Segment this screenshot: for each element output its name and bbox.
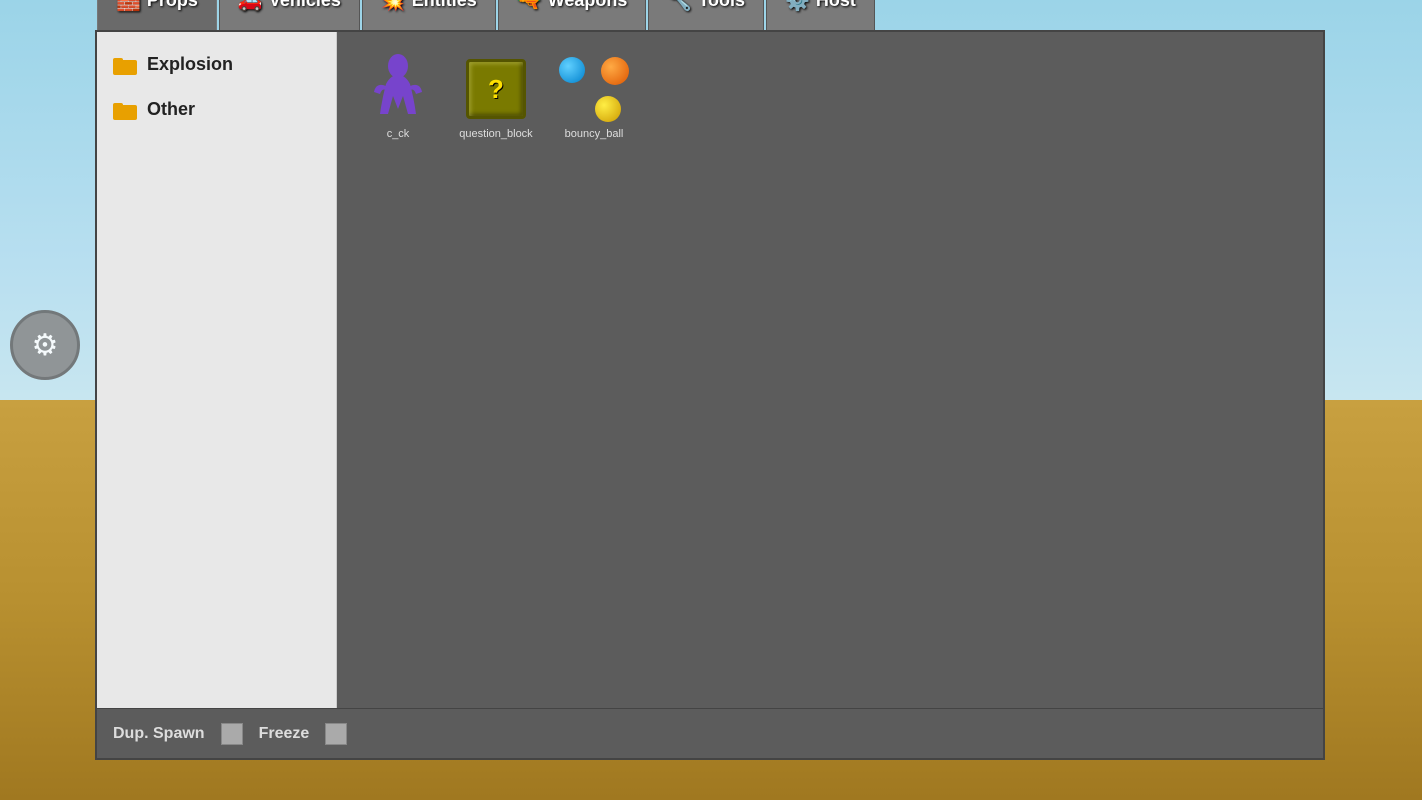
entities-icon: 💥 xyxy=(381,0,406,13)
folder-icon-explosion xyxy=(113,55,137,75)
sidebar-other-label: Other xyxy=(147,99,195,120)
question-block-icon: ? xyxy=(461,54,531,124)
c-ck-icon xyxy=(363,54,433,124)
tab-props[interactable]: 🧱 Props xyxy=(97,0,217,30)
c-ck-label: c_ck xyxy=(387,128,410,140)
tab-vehicles-label: Vehicles xyxy=(269,0,341,11)
tab-bar: 🧱 Props 🚗 Vehicles 💥 Entities 🔫 Weapons … xyxy=(97,0,875,30)
props-icon: 🧱 xyxy=(116,0,141,13)
vehicles-icon: 🚗 xyxy=(238,0,263,13)
ball-blue xyxy=(559,57,585,83)
item-c-ck[interactable]: c_ck xyxy=(353,48,443,146)
tab-host-label: Host xyxy=(816,0,856,11)
tab-weapons-label: Weapons xyxy=(548,0,628,11)
c-ck-svg xyxy=(368,54,428,124)
weapons-icon: 🔫 xyxy=(517,0,542,13)
question-block-label: question_block xyxy=(459,128,532,140)
main-content: c_ck ? question_block xyxy=(337,32,1323,708)
tools-icon: 🔧 xyxy=(667,0,692,13)
wrench-button[interactable]: ⚙ xyxy=(10,310,80,380)
tab-entities-label: Entities xyxy=(412,0,477,11)
host-icon: ⚙️ xyxy=(785,0,810,13)
item-question-block[interactable]: ? question_block xyxy=(451,48,541,146)
tab-tools[interactable]: 🔧 Tools xyxy=(648,0,764,30)
tab-weapons[interactable]: 🔫 Weapons xyxy=(498,0,647,30)
item-bouncy-ball[interactable]: bouncy_ball xyxy=(549,48,639,146)
tab-tools-label: Tools xyxy=(698,0,745,11)
sidebar-item-explosion[interactable]: Explosion xyxy=(97,42,336,87)
sidebar-explosion-label: Explosion xyxy=(147,54,233,75)
bouncy-ball-visual xyxy=(559,57,629,122)
tab-vehicles[interactable]: 🚗 Vehicles xyxy=(219,0,360,30)
sidebar: Explosion Other xyxy=(97,32,337,708)
freeze-label: Freeze xyxy=(259,725,310,743)
tab-host[interactable]: ⚙️ Host xyxy=(766,0,875,30)
question-mark: ? xyxy=(488,74,504,105)
bottom-bar: Dup. Spawn Freeze xyxy=(97,708,1323,758)
main-panel: 🧱 Props 🚗 Vehicles 💥 Entities 🔫 Weapons … xyxy=(95,30,1325,760)
freeze-checkbox[interactable] xyxy=(325,723,347,745)
bouncy-ball-icon xyxy=(559,54,629,124)
folder-icon-other xyxy=(113,100,137,120)
tab-entities[interactable]: 💥 Entities xyxy=(362,0,496,30)
sidebar-item-other[interactable]: Other xyxy=(97,87,336,132)
tab-props-label: Props xyxy=(147,0,198,11)
dup-spawn-label: Dup. Spawn xyxy=(113,725,205,743)
content-area: Explosion Other xyxy=(97,32,1323,708)
ball-orange xyxy=(601,57,629,85)
bouncy-ball-label: bouncy_ball xyxy=(565,128,624,140)
ball-yellow xyxy=(595,96,621,122)
dup-spawn-checkbox[interactable] xyxy=(221,723,243,745)
items-grid: c_ck ? question_block xyxy=(353,48,1307,146)
question-block-visual: ? xyxy=(466,59,526,119)
